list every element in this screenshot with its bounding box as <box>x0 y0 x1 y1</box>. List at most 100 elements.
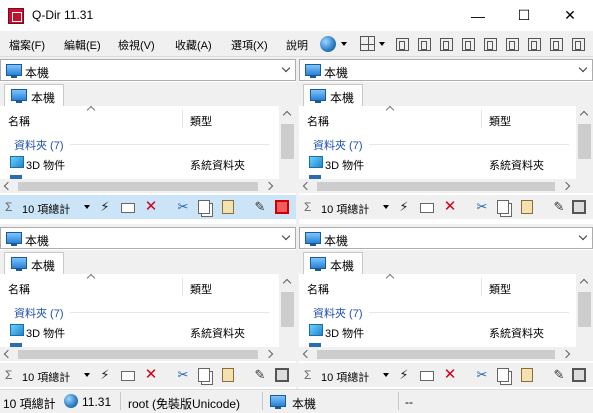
cut-icon[interactable]: ✂ <box>474 199 490 215</box>
scroll-thumb[interactable] <box>578 292 591 327</box>
scroll-thumb[interactable] <box>18 182 258 191</box>
column-separator[interactable] <box>481 110 482 128</box>
layout-1-icon[interactable] <box>396 38 409 51</box>
paste-icon[interactable] <box>222 200 234 214</box>
frame-icon[interactable] <box>572 368 586 382</box>
envelope-icon[interactable] <box>420 371 434 381</box>
row-name[interactable]: 3D 物件 <box>26 325 65 341</box>
frame-icon[interactable] <box>275 368 289 382</box>
lightning-icon[interactable]: ⚡ <box>396 199 412 215</box>
chevron-down-icon[interactable] <box>341 42 347 46</box>
scroll-right-icon[interactable] <box>264 349 274 359</box>
row-name[interactable]: 3D 物件 <box>325 325 364 341</box>
group-header[interactable]: 資料夾 (7) <box>313 137 363 153</box>
menu-help[interactable]: 說明 <box>286 37 308 53</box>
address-combo[interactable]: 本機 <box>0 227 296 249</box>
delete-icon[interactable]: ✕ <box>442 199 458 215</box>
address-combo[interactable]: 本機 <box>0 59 296 81</box>
layout-5-icon[interactable] <box>484 38 497 51</box>
column-separator[interactable] <box>481 278 482 296</box>
tab-this-pc[interactable]: 本機 <box>4 252 64 274</box>
delete-icon[interactable]: ✕ <box>143 199 159 215</box>
copy-icon[interactable] <box>497 368 509 382</box>
copy-icon[interactable] <box>497 200 509 214</box>
scroll-thumb[interactable] <box>281 124 294 159</box>
column-name[interactable]: 名稱 <box>307 281 329 297</box>
scroll-thumb[interactable] <box>317 182 555 191</box>
chevron-down-icon[interactable] <box>84 205 90 209</box>
scroll-up-icon[interactable] <box>579 110 589 120</box>
horizontal-scrollbar[interactable] <box>299 179 576 193</box>
copy-icon[interactable] <box>198 368 210 382</box>
delete-icon[interactable]: ✕ <box>442 367 458 383</box>
vertical-scrollbar[interactable] <box>279 274 296 347</box>
scroll-left-icon[interactable] <box>3 181 13 191</box>
column-type[interactable]: 類型 <box>190 281 212 297</box>
frame-icon[interactable] <box>572 200 586 214</box>
paste-icon[interactable] <box>521 368 533 382</box>
lightning-icon[interactable]: ⚡ <box>396 367 412 383</box>
maximize-button[interactable]: ☐ <box>501 0 547 31</box>
scroll-up-icon[interactable] <box>282 278 292 288</box>
scroll-right-icon[interactable] <box>264 181 274 191</box>
vertical-scrollbar[interactable] <box>576 274 593 347</box>
chevron-down-icon[interactable] <box>281 63 291 73</box>
menu-edit[interactable]: 編輯(E) <box>64 37 101 53</box>
tab-this-pc[interactable]: 本機 <box>303 252 363 274</box>
address-combo[interactable]: 本機 <box>299 227 593 249</box>
pen-icon[interactable]: ✎ <box>551 199 567 215</box>
cut-icon[interactable]: ✂ <box>474 367 490 383</box>
pen-icon[interactable]: ✎ <box>551 367 567 383</box>
row-name[interactable]: 3D 物件 <box>325 157 364 173</box>
horizontal-scrollbar[interactable] <box>0 179 279 193</box>
horizontal-scrollbar[interactable] <box>299 347 576 361</box>
layout-8-icon[interactable] <box>550 38 563 51</box>
chevron-down-icon[interactable] <box>383 205 389 209</box>
menu-file[interactable]: 檔案(F) <box>9 37 45 53</box>
chevron-down-icon[interactable] <box>281 231 291 241</box>
scroll-left-icon[interactable] <box>302 349 312 359</box>
tab-this-pc[interactable]: 本機 <box>303 84 363 106</box>
scroll-right-icon[interactable] <box>561 181 571 191</box>
layout-4-icon[interactable] <box>462 38 475 51</box>
pen-icon[interactable]: ✎ <box>252 367 268 383</box>
envelope-icon[interactable] <box>121 203 135 213</box>
paste-icon[interactable] <box>521 200 533 214</box>
item-count[interactable]: 10 項總計 <box>321 201 369 217</box>
envelope-icon[interactable] <box>121 371 135 381</box>
scroll-thumb[interactable] <box>578 124 591 159</box>
row-name[interactable]: 3D 物件 <box>26 157 65 173</box>
horizontal-scrollbar[interactable] <box>0 347 279 361</box>
scroll-left-icon[interactable] <box>302 181 312 191</box>
chevron-down-icon[interactable] <box>84 373 90 377</box>
scroll-thumb[interactable] <box>281 292 294 327</box>
column-name[interactable]: 名稱 <box>8 281 30 297</box>
scroll-thumb[interactable] <box>317 350 555 359</box>
globe-icon[interactable] <box>320 36 336 52</box>
layout-7-icon[interactable] <box>528 38 541 51</box>
vertical-scrollbar[interactable] <box>576 106 593 179</box>
column-separator[interactable] <box>182 110 183 128</box>
chevron-down-icon[interactable] <box>383 373 389 377</box>
app-icon[interactable] <box>8 8 24 24</box>
scroll-thumb[interactable] <box>18 350 258 359</box>
pen-icon[interactable]: ✎ <box>252 199 268 215</box>
menu-options[interactable]: 選項(X) <box>231 37 268 53</box>
column-type[interactable]: 類型 <box>190 113 212 129</box>
group-header[interactable]: 資料夾 (7) <box>14 137 64 153</box>
copy-icon[interactable] <box>198 200 210 214</box>
chevron-down-icon[interactable] <box>578 231 588 241</box>
group-header[interactable]: 資料夾 (7) <box>14 305 64 321</box>
close-button[interactable]: ✕ <box>547 0 593 31</box>
menu-view[interactable]: 檢視(V) <box>118 37 155 53</box>
lightning-icon[interactable]: ⚡ <box>97 367 113 383</box>
layout-9-icon[interactable] <box>572 38 585 51</box>
grid-layout-icon[interactable] <box>360 36 375 51</box>
layout-3-icon[interactable] <box>440 38 453 51</box>
vertical-scrollbar[interactable] <box>279 106 296 179</box>
item-count[interactable]: 10 項總計 <box>22 369 70 385</box>
scroll-up-icon[interactable] <box>579 278 589 288</box>
frame-icon[interactable] <box>275 200 289 214</box>
layout-2-icon[interactable] <box>418 38 431 51</box>
lightning-icon[interactable]: ⚡ <box>97 199 113 215</box>
